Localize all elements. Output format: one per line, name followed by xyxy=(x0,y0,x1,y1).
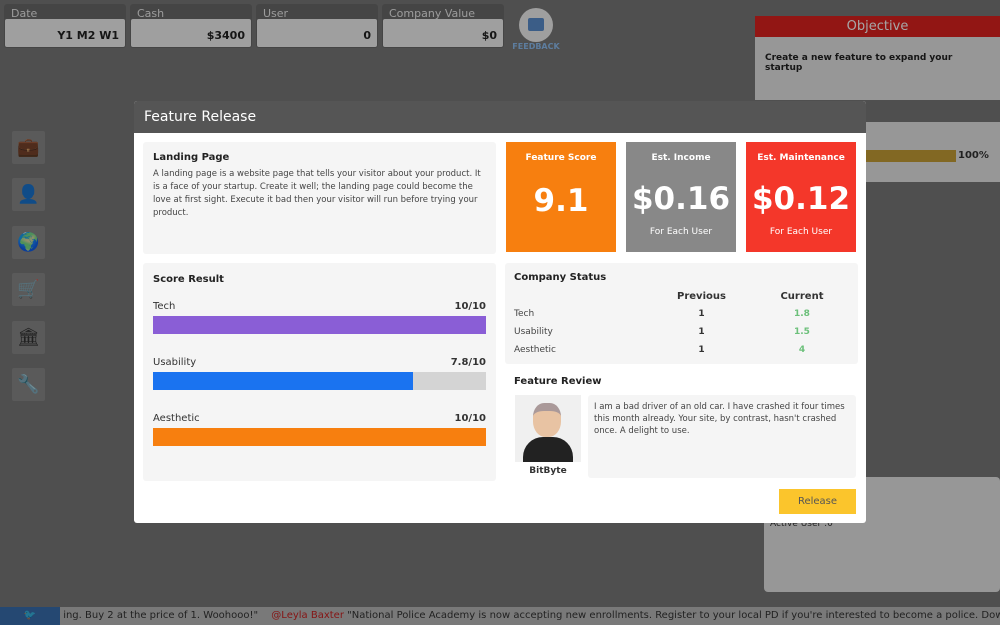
score-item: Usability 7.8/10 xyxy=(153,357,486,390)
reviewer-avatar xyxy=(515,395,581,462)
status-label: Usability xyxy=(514,327,553,337)
feature-review-title: Feature Review xyxy=(514,376,602,387)
header-current: Current xyxy=(780,290,824,302)
status-row: Aesthetic 1 4 xyxy=(514,341,849,359)
company-status-card: Company Status Previous Current Tech 1 1.8 U… xyxy=(505,263,858,364)
status-previous: 1 xyxy=(698,345,705,355)
header-previous: Previous xyxy=(677,290,726,302)
score-result-title: Score Result xyxy=(153,274,224,285)
score-value: 7.8/10 xyxy=(450,357,486,368)
score-result-card: Score Result Tech 10/10 Usability 7.8/10 Aes… xyxy=(143,263,496,481)
status-current: 1.5 xyxy=(794,327,810,337)
status-label: Aesthetic xyxy=(514,345,556,355)
status-row: Usability 1 1.5 xyxy=(514,323,849,341)
card-title: Est. Income xyxy=(651,153,711,163)
status-previous: 1 xyxy=(698,309,705,319)
score-label: Aesthetic xyxy=(153,413,200,424)
card-value: 9.1 xyxy=(533,183,589,219)
card-title: Est. Maintenance xyxy=(757,153,845,163)
status-label: Tech xyxy=(514,309,535,319)
status-current: 4 xyxy=(798,345,806,355)
card-title: Feature Score xyxy=(525,153,597,163)
score-value: 10/10 xyxy=(454,301,486,312)
feature-score-card: Feature Score 9.1 xyxy=(506,142,616,252)
score-bar-fill xyxy=(153,428,486,446)
feature-description: A landing page is a website page that te… xyxy=(153,169,481,218)
card-value: $0.16 xyxy=(631,181,731,217)
review-text: I am a bad driver of an old car. I have … xyxy=(588,395,856,478)
score-bar xyxy=(153,428,486,446)
feature-name: Landing Page xyxy=(153,152,230,163)
company-status-title: Company Status xyxy=(514,272,607,283)
card-subtitle: For Each User xyxy=(769,227,833,237)
est-income-card: Est. Income $0.16 For Each User xyxy=(626,142,736,252)
card-value: $0.12 xyxy=(751,181,851,217)
score-label: Usability xyxy=(153,357,197,368)
status-previous: 1 xyxy=(698,327,705,337)
est-maintenance-card: Est. Maintenance $0.12 For Each User xyxy=(746,142,856,252)
score-item: Aesthetic 10/10 xyxy=(153,413,486,446)
score-item: Tech 10/10 xyxy=(153,301,486,334)
reviewer-name: BitByte xyxy=(529,466,567,476)
card-subtitle: For Each User xyxy=(649,227,713,237)
score-value: 10/10 xyxy=(454,413,486,424)
score-label: Tech xyxy=(153,301,176,312)
score-bar xyxy=(153,316,486,334)
feature-release-modal: Feature Release Landing Page A landing p… xyxy=(134,101,866,523)
modal-title: Feature Release xyxy=(134,101,866,133)
status-row: Tech 1 1.8 xyxy=(514,305,849,323)
score-bar xyxy=(153,372,486,390)
score-bar-fill xyxy=(153,316,486,334)
status-current: 1.8 xyxy=(794,309,810,319)
feature-info-card: Landing Page A landing page is a website… xyxy=(143,142,496,254)
release-button[interactable]: Release xyxy=(779,489,856,514)
score-bar-fill xyxy=(153,372,413,390)
